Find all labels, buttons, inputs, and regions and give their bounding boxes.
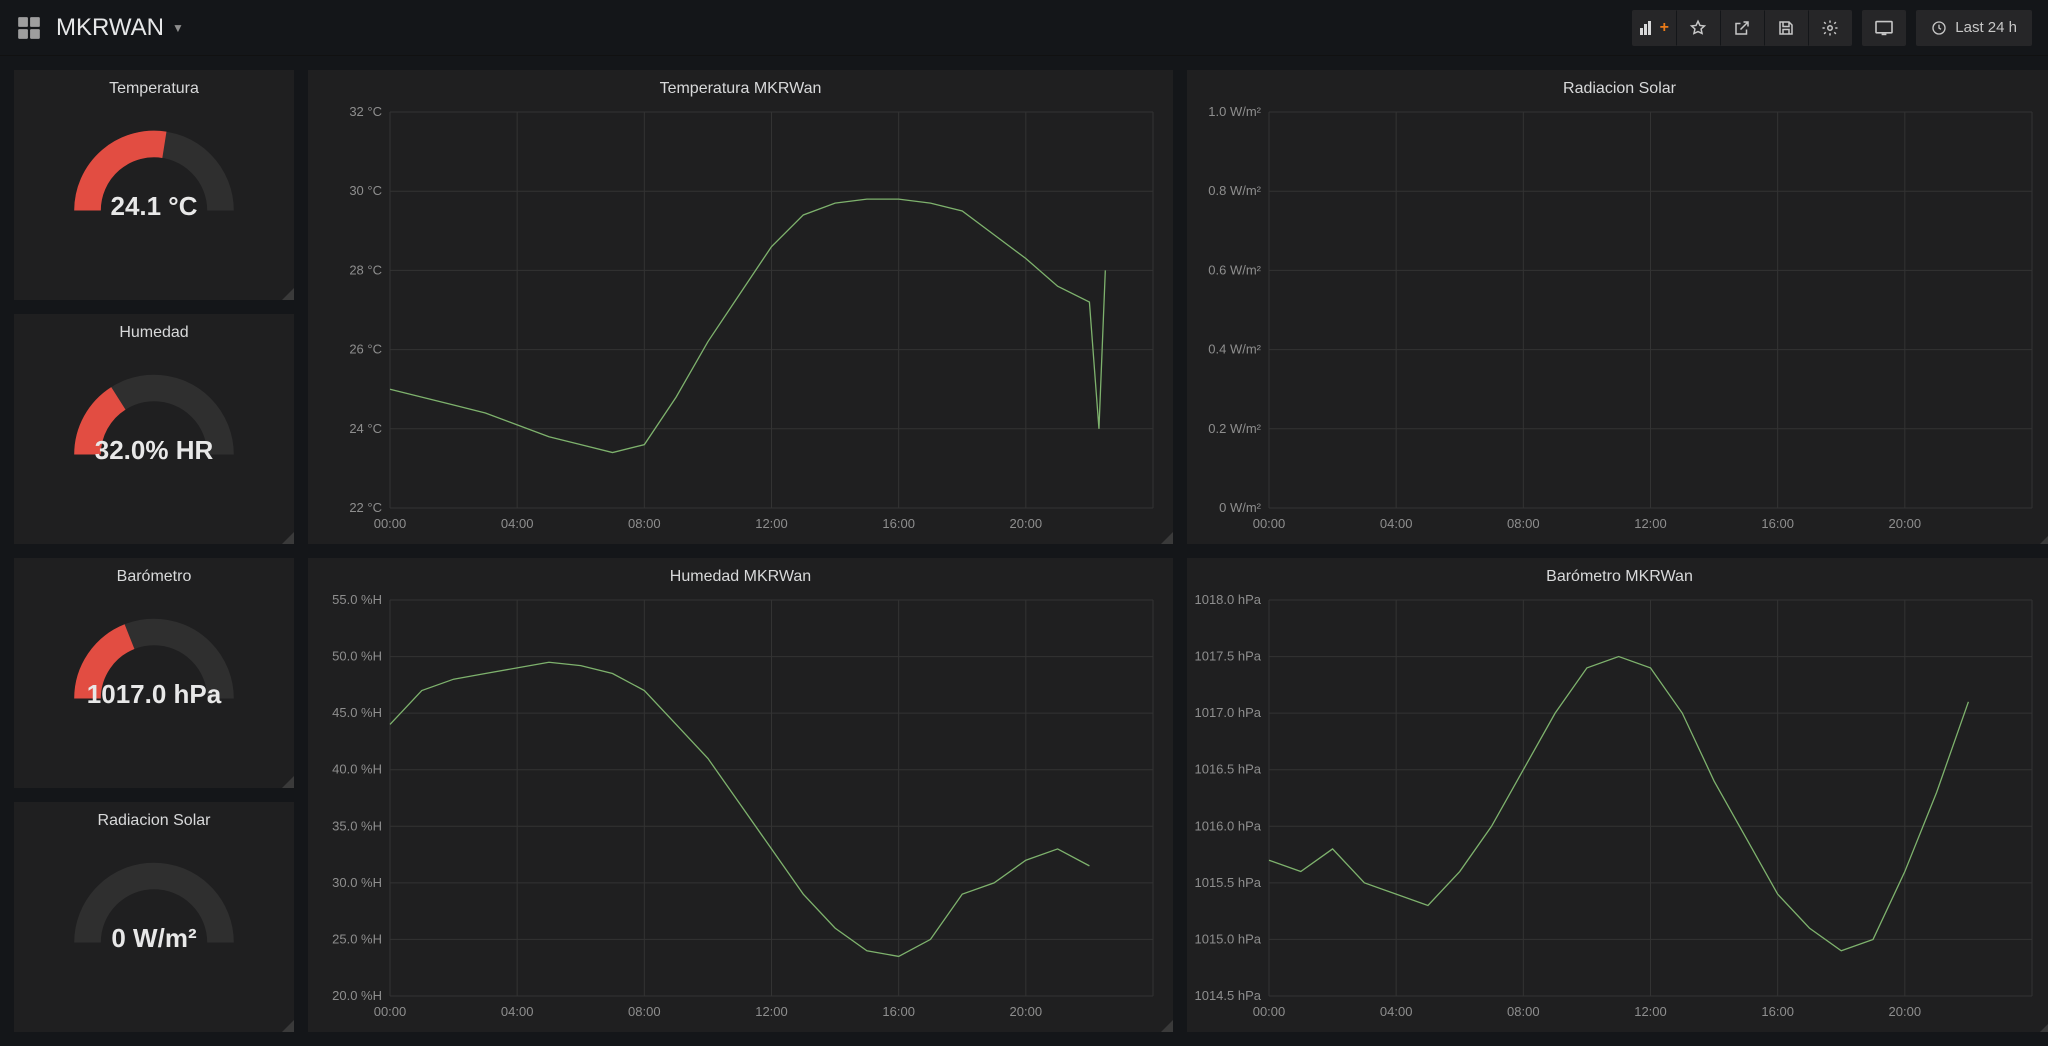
svg-text:16:00: 16:00 [882, 1004, 915, 1019]
dashboard-grid: Temperatura 24.1 °C Temperatura MKRWan 2… [0, 56, 2048, 1046]
svg-text:1016.0 hPa: 1016.0 hPa [1194, 818, 1261, 833]
star-button[interactable] [1676, 10, 1720, 46]
svg-text:24 °C: 24 °C [349, 421, 382, 436]
gauge: 0 W/m² [59, 840, 249, 950]
svg-text:04:00: 04:00 [501, 516, 534, 531]
svg-text:22 °C: 22 °C [349, 500, 382, 515]
dashboard-title: MKRWAN [56, 14, 164, 42]
gauge-panel-humedad[interactable]: Humedad 32.0% HR [14, 314, 294, 544]
svg-text:00:00: 00:00 [1253, 516, 1286, 531]
chart-panel-barometro[interactable]: Barómetro MKRWan 1014.5 hPa1015.0 hPa101… [1187, 558, 2048, 1032]
chart-panel-radiacion[interactable]: Radiacion Solar 0 W/m² 0.2 W/m² 0.4 W/m² 0.… [1187, 70, 2048, 544]
svg-text:12:00: 12:00 [755, 516, 788, 531]
svg-text:1015.5 hPa: 1015.5 hPa [1194, 875, 1261, 890]
svg-text:50.0 %H: 50.0 %H [332, 649, 382, 664]
navbar: MKRWAN ▼ + Last 24 h [0, 0, 2048, 56]
svg-text:16:00: 16:00 [1761, 516, 1794, 531]
settings-button[interactable] [1808, 10, 1852, 46]
svg-text:55.0 %H: 55.0 %H [332, 592, 382, 607]
svg-text:0 W/m²: 0 W/m² [1219, 500, 1262, 515]
chevron-down-icon: ▼ [172, 21, 184, 35]
svg-text:20:00: 20:00 [1889, 516, 1922, 531]
svg-text:04:00: 04:00 [501, 1004, 534, 1019]
share-button[interactable] [1720, 10, 1764, 46]
gauge-panel-barometro[interactable]: Barómetro 1017.0 hPa [14, 558, 294, 788]
svg-text:20:00: 20:00 [1889, 1004, 1922, 1019]
svg-text:20:00: 20:00 [1010, 1004, 1043, 1019]
svg-text:00:00: 00:00 [374, 1004, 407, 1019]
save-button[interactable] [1764, 10, 1808, 46]
svg-text:40.0 %H: 40.0 %H [332, 762, 382, 777]
panel-title[interactable]: Temperatura MKRWan [308, 70, 1173, 102]
svg-text:08:00: 08:00 [1507, 516, 1540, 531]
toolbar-group: + [1632, 10, 1852, 46]
plus-icon: + [1660, 19, 1669, 37]
plot-area: 0 W/m² 0.2 W/m² 0.4 W/m² 0.6 W/m² 0.8 W/m² 1.… [1187, 102, 2048, 542]
time-range-button[interactable]: Last 24 h [1916, 10, 2032, 46]
gauge-panel-temperatura[interactable]: Temperatura 24.1 °C [14, 70, 294, 300]
chart-panel-temperatura[interactable]: Temperatura MKRWan 22 °C 24 °C 26 °C 28 °C 3… [308, 70, 1173, 544]
svg-text:0.8 W/m²: 0.8 W/m² [1208, 183, 1261, 198]
time-range-label: Last 24 h [1955, 19, 2017, 36]
panel-title[interactable]: Radiacion Solar [1187, 70, 2048, 102]
cycle-view-button[interactable] [1862, 10, 1906, 46]
svg-text:08:00: 08:00 [628, 516, 661, 531]
svg-text:20.0 %H: 20.0 %H [332, 988, 382, 1003]
plot-area: 20.0 %H 25.0 %H 30.0 %H 35.0 %H 40.0 %H 45.0 … [308, 590, 1173, 1030]
gauge-value: 24.1 °C [59, 191, 249, 222]
gauge-value: 32.0% HR [59, 435, 249, 466]
svg-text:16:00: 16:00 [882, 516, 915, 531]
gauge-value: 0 W/m² [59, 923, 249, 954]
panel-title[interactable]: Barómetro [117, 558, 192, 590]
svg-text:26 °C: 26 °C [349, 342, 382, 357]
gauge: 32.0% HR [59, 352, 249, 462]
svg-text:1018.0 hPa: 1018.0 hPa [1194, 592, 1261, 607]
svg-text:30 °C: 30 °C [349, 183, 382, 198]
nav-right: + Last 24 h [1632, 10, 2032, 46]
panel-title[interactable]: Humedad [119, 314, 188, 346]
svg-text:08:00: 08:00 [1507, 1004, 1540, 1019]
svg-text:30.0 %H: 30.0 %H [332, 875, 382, 890]
svg-text:16:00: 16:00 [1761, 1004, 1794, 1019]
dashboard-title-dropdown[interactable]: MKRWAN ▼ [56, 14, 184, 42]
panel-title[interactable]: Temperatura [109, 70, 199, 102]
add-panel-button[interactable]: + [1632, 10, 1676, 46]
svg-text:45.0 %H: 45.0 %H [332, 705, 382, 720]
svg-text:20:00: 20:00 [1010, 516, 1043, 531]
svg-text:12:00: 12:00 [755, 1004, 788, 1019]
svg-text:0.4 W/m²: 0.4 W/m² [1208, 342, 1261, 357]
svg-text:04:00: 04:00 [1380, 516, 1413, 531]
svg-text:12:00: 12:00 [1634, 516, 1667, 531]
svg-text:00:00: 00:00 [374, 516, 407, 531]
svg-text:12:00: 12:00 [1634, 1004, 1667, 1019]
dashboard-icon[interactable] [16, 15, 42, 41]
svg-text:28 °C: 28 °C [349, 262, 382, 277]
panel-title[interactable]: Radiacion Solar [98, 802, 211, 834]
svg-text:25.0 %H: 25.0 %H [332, 931, 382, 946]
svg-text:1.0 W/m²: 1.0 W/m² [1208, 104, 1261, 119]
svg-text:00:00: 00:00 [1253, 1004, 1286, 1019]
svg-text:1014.5 hPa: 1014.5 hPa [1194, 988, 1261, 1003]
gauge: 24.1 °C [59, 108, 249, 218]
nav-left: MKRWAN ▼ [16, 14, 1632, 42]
svg-text:1016.5 hPa: 1016.5 hPa [1194, 762, 1261, 777]
chart-panel-humedad[interactable]: Humedad MKRWan 20.0 %H 25.0 %H 30.0 %H 35.0… [308, 558, 1173, 1032]
svg-text:04:00: 04:00 [1380, 1004, 1413, 1019]
svg-text:1017.0 hPa: 1017.0 hPa [1194, 705, 1261, 720]
clock-icon [1931, 20, 1947, 36]
svg-text:0.6 W/m²: 0.6 W/m² [1208, 262, 1261, 277]
gauge-panel-radiacion[interactable]: Radiacion Solar 0 W/m² [14, 802, 294, 1032]
svg-text:0.2 W/m²: 0.2 W/m² [1208, 421, 1261, 436]
gauge: 1017.0 hPa [59, 596, 249, 706]
svg-text:1015.0 hPa: 1015.0 hPa [1194, 931, 1261, 946]
svg-text:35.0 %H: 35.0 %H [332, 818, 382, 833]
svg-text:1017.5 hPa: 1017.5 hPa [1194, 649, 1261, 664]
svg-text:08:00: 08:00 [628, 1004, 661, 1019]
panel-title[interactable]: Humedad MKRWan [308, 558, 1173, 590]
svg-text:32 °C: 32 °C [349, 104, 382, 119]
gauge-value: 1017.0 hPa [59, 679, 249, 710]
plot-area: 22 °C 24 °C 26 °C 28 °C 30 °C 32 °C 00:00 04:00… [308, 102, 1173, 542]
plot-area: 1014.5 hPa 1015.0 hPa 1015.5 hPa 1016.0 hPa… [1187, 590, 2048, 1030]
panel-title[interactable]: Barómetro MKRWan [1187, 558, 2048, 590]
